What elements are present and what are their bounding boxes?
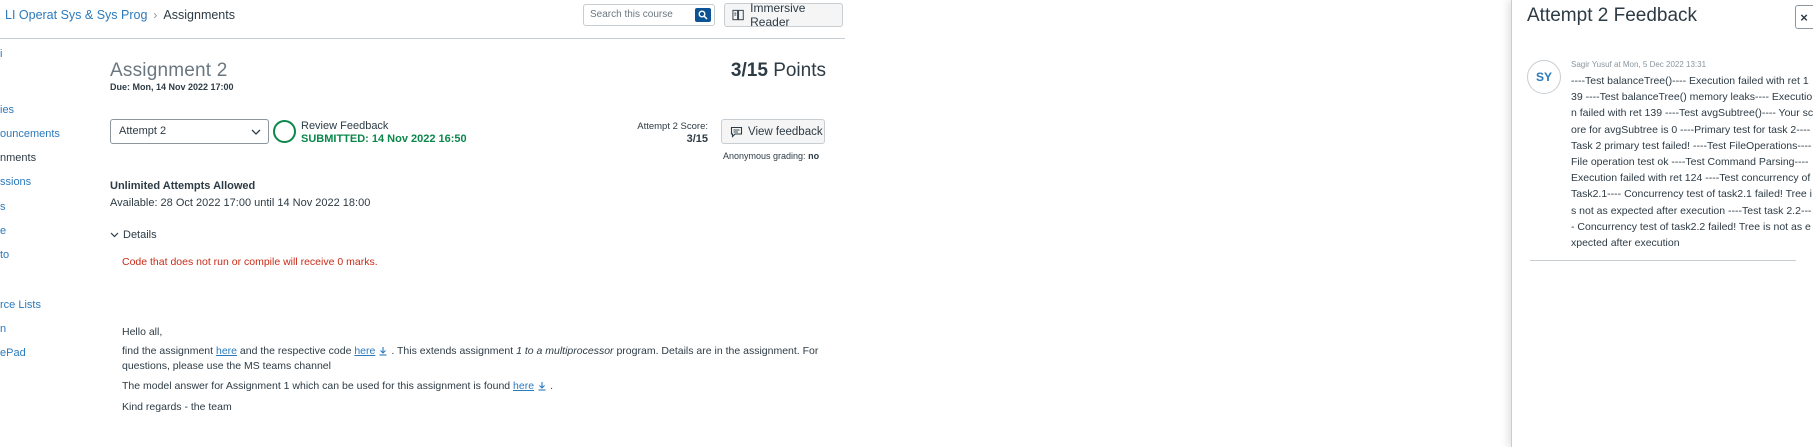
page-title: Assignment 2 <box>110 60 228 81</box>
breadcrumb-course-link[interactable]: LI Operat Sys & Sys Prog <box>5 8 147 22</box>
course-nav-item-7[interactable]: to <box>0 249 9 261</box>
assignment-link[interactable]: here <box>216 345 237 357</box>
top-bar: LI Operat Sys & Sys Prog › Assignments I… <box>0 0 845 39</box>
main-area: LI Operat Sys & Sys Prog › Assignments I… <box>0 0 845 447</box>
breadcrumb: LI Operat Sys & Sys Prog › Assignments <box>5 8 235 22</box>
desc-text: . This extends assignment <box>391 345 514 357</box>
model-answer-link[interactable]: here <box>513 380 534 392</box>
review-feedback-label: Review Feedback <box>301 120 389 132</box>
divider <box>1530 260 1796 261</box>
search-input[interactable] <box>590 9 690 20</box>
breadcrumb-current: Assignments <box>163 8 235 22</box>
course-nav-item-3[interactable]: nments <box>0 152 36 164</box>
submitted-status: SUBMITTED: 14 Nov 2022 16:50 <box>301 133 467 145</box>
due-date: Due: Mon, 14 Nov 2022 17:00 <box>110 82 234 92</box>
feedback-panel-title: Attempt 2 Feedback <box>1527 5 1698 26</box>
close-icon: × <box>1800 9 1808 25</box>
chevron-down-icon <box>110 232 119 238</box>
desc-emphasis: 1 to a multiprocessor <box>516 345 614 357</box>
attempt-score-label: Attempt 2 Score: <box>637 121 708 132</box>
search-icon <box>698 10 708 20</box>
attempt-select-value: Attempt 2 <box>119 125 167 137</box>
code-link[interactable]: here <box>354 345 375 357</box>
anonymous-grading-label: Anonymous grading: <box>723 151 806 161</box>
details-label: Details <box>123 229 157 241</box>
attempt-score-value: 3/15 <box>686 133 708 145</box>
immersive-reader-button[interactable]: Immersive Reader <box>724 1 843 29</box>
comment-icon <box>730 126 743 138</box>
course-nav-item-6[interactable]: e <box>0 225 6 237</box>
close-panel-button[interactable]: × <box>1795 5 1813 29</box>
submission-status-icon <box>273 120 296 143</box>
points-score: 3/15 <box>730 60 768 81</box>
anonymous-grading: Anonymous grading: no <box>723 151 819 161</box>
description-paragraph-1: find the assignment here and the respect… <box>122 344 822 374</box>
view-feedback-button[interactable]: View feedback <box>721 119 825 144</box>
avatar: SY <box>1527 60 1561 94</box>
desc-text: The model answer for Assignment 1 which … <box>122 380 511 392</box>
feedback-panel: Attempt 2 Feedback × SY Sagir Yusuf at M… <box>1511 0 1813 447</box>
desc-text: and the respective code <box>239 345 352 357</box>
course-nav-item[interactable]: i <box>0 48 2 60</box>
download-icon[interactable] <box>537 381 547 391</box>
download-icon[interactable] <box>378 346 388 356</box>
view-feedback-label: View feedback <box>748 125 823 138</box>
desc-text: . <box>550 380 553 392</box>
desc-text: find the assignment <box>122 345 214 357</box>
course-search <box>583 4 715 26</box>
course-nav-item-8[interactable]: rce Lists <box>0 299 41 311</box>
search-button[interactable] <box>695 8 711 22</box>
compile-warning: Code that does not run or compile will r… <box>122 256 378 268</box>
description-signoff: Kind regards - the team <box>122 401 232 413</box>
course-nav-item-5[interactable]: s <box>0 201 6 213</box>
course-nav-item-10[interactable]: ePad <box>0 347 26 359</box>
points-label: Points <box>773 60 826 81</box>
feedback-comment: ----Test balanceTree()---- Execution fai… <box>1571 75 1813 250</box>
description-greeting: Hello all, <box>122 326 163 338</box>
course-nav-item-4[interactable]: ssions <box>0 176 31 188</box>
attempts-allowed: Unlimited Attempts Allowed <box>110 180 256 192</box>
course-nav-item-9[interactable]: n <box>0 323 6 335</box>
availability-dates: Available: 28 Oct 2022 17:00 until 14 No… <box>110 197 371 209</box>
course-nav-item-2[interactable]: ouncements <box>0 128 60 140</box>
attempt-select[interactable]: Attempt 2 <box>110 119 269 144</box>
points-display: 3/15 Points <box>731 60 826 82</box>
details-toggle[interactable]: Details <box>110 229 157 241</box>
immersive-reader-icon <box>732 9 744 20</box>
immersive-reader-label: Immersive Reader <box>750 1 806 29</box>
breadcrumb-separator-icon: › <box>153 8 158 22</box>
description-paragraph-2: The model answer for Assignment 1 which … <box>122 379 822 394</box>
course-nav-item-1[interactable]: ies <box>0 104 14 116</box>
anonymous-grading-value: no <box>808 151 820 161</box>
comment-author-date: Sagir Yusuf at Mon, 5 Dec 2022 13:31 <box>1571 60 1707 69</box>
chevron-down-icon <box>251 129 261 135</box>
